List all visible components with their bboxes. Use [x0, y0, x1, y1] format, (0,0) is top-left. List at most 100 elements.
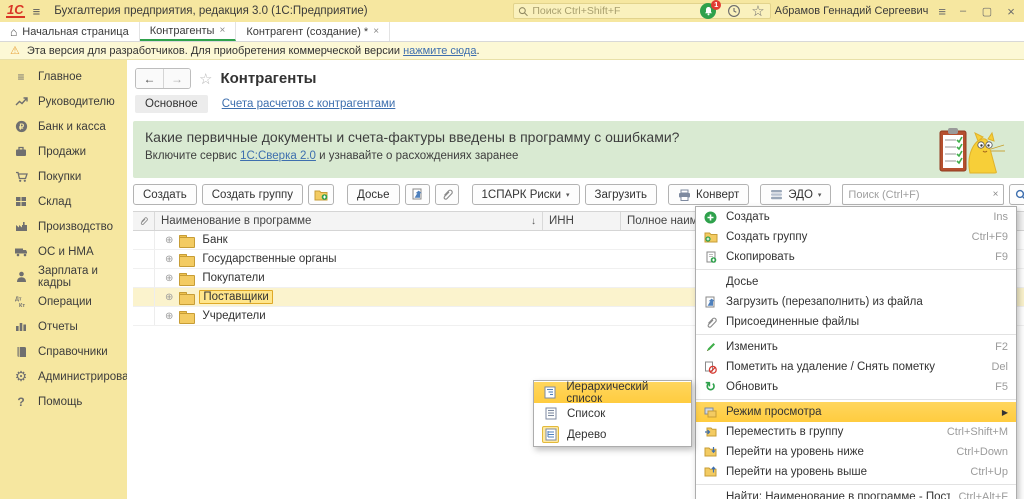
expand-icon[interactable]: ⊕	[165, 273, 173, 284]
sidebar-item-rukovoditelyu[interactable]: Руководителю	[0, 89, 127, 114]
purchase-link[interactable]: нажмите сюда	[403, 45, 476, 57]
submenu-item-hierarchical[interactable]: Иерархический список	[534, 382, 691, 403]
sidebar-label: Руководителю	[38, 96, 115, 108]
folder-icon	[179, 273, 193, 284]
sidebar-item-otchety[interactable]: Отчеты	[0, 314, 127, 339]
expand-icon[interactable]: ⊕	[165, 292, 173, 303]
user-name[interactable]: Абрамов Геннадий Сергеевич	[775, 5, 929, 17]
sidebar-item-bank-kassa[interactable]: ₽ Банк и касса	[0, 114, 127, 139]
magnifier-icon	[1015, 189, 1024, 201]
dossier-button[interactable]: Досье	[347, 184, 399, 205]
back-button[interactable]: ←	[136, 69, 163, 88]
nav-link-accounts[interactable]: Счета расчетов с контрагентами	[222, 98, 396, 110]
menu-item-copy[interactable]: Скопировать F9	[696, 247, 1016, 267]
form-navigation: Основное Счета расчетов с контрагентами	[127, 93, 1024, 119]
sidebar-label: Склад	[38, 196, 71, 208]
create-button[interactable]: Создать	[133, 184, 197, 205]
create-group-button[interactable]: Создать группу	[202, 184, 303, 205]
name-column-header[interactable]: Наименование в программе ↓	[155, 212, 543, 230]
expand-icon[interactable]: ⊕	[165, 254, 173, 265]
expand-icon[interactable]: ⊕	[165, 311, 173, 322]
attached-files-button[interactable]	[435, 184, 459, 205]
sidebar-item-pokupki[interactable]: Покупки	[0, 164, 127, 189]
menu-item-attached-files[interactable]: Присоединенные файлы	[696, 312, 1016, 332]
sidebar-label: Зарплата и кадры	[38, 265, 127, 289]
warning-text-main: Эта версия для разработчиков. Для приобр…	[27, 45, 400, 57]
edo-button[interactable]: ЭДО▾	[760, 184, 831, 205]
sidebar-item-os-nma[interactable]: ОС и НМА	[0, 239, 127, 264]
sidebar-item-operacii[interactable]: ДтКт Операции	[0, 289, 127, 314]
tab-home[interactable]: ⌂ Начальная страница	[0, 22, 140, 41]
create-group-icon-button[interactable]	[308, 184, 334, 205]
main-menu-icon[interactable]: ≡	[33, 4, 41, 19]
menu-item-load-from-file[interactable]: Загрузить (перезаполнить) из файла	[696, 292, 1016, 312]
home-icon: ⌂	[10, 25, 17, 39]
submenu-item-tree[interactable]: Дерево	[534, 424, 691, 445]
button-label: Создать группу	[212, 189, 293, 201]
menu-item-create-group[interactable]: Создать группу Ctrl+F9	[696, 227, 1016, 247]
list-search-input[interactable]	[848, 189, 988, 201]
expand-icon[interactable]: ⊕	[165, 235, 173, 246]
menu-item-view-mode[interactable]: Режим просмотра ▶	[696, 402, 1016, 422]
menu-item-create[interactable]: Создать Ins	[696, 207, 1016, 227]
nav-tab-osnovnoe[interactable]: Основное	[135, 95, 208, 113]
menu-item-mark-deletion[interactable]: Пометить на удаление / Снять пометку Del	[696, 357, 1016, 377]
folder-arrow-down-icon	[703, 446, 718, 458]
menu-item-level-up[interactable]: Перейти на уровень выше Ctrl+Up	[696, 462, 1016, 482]
history-icon[interactable]	[727, 4, 741, 18]
notifications-button[interactable]: 1	[700, 3, 717, 20]
menu-item-edit[interactable]: Изменить F2	[696, 337, 1016, 357]
search-settings-button[interactable]: ▾	[1009, 184, 1024, 205]
favorite-star-icon[interactable]: ☆	[199, 70, 212, 88]
load-from-file-button[interactable]	[405, 184, 430, 205]
spark-risks-button[interactable]: 1СПАРК Риски▾	[472, 184, 580, 205]
column-label: Наименование в программе	[161, 215, 311, 227]
sidebar-item-zarplata-kadry[interactable]: Зарплата и кадры	[0, 264, 127, 289]
favorites-star-icon[interactable]: ☆	[751, 4, 764, 19]
folder-plus-icon	[314, 189, 328, 201]
sidebar-item-prodazhi[interactable]: Продажи	[0, 139, 127, 164]
close-window-button[interactable]: ×	[1004, 4, 1018, 19]
sidebar-item-glavnoe[interactable]: ≡ Главное	[0, 64, 127, 89]
close-tab-icon[interactable]: ×	[373, 26, 379, 37]
service-menu-icon[interactable]: ≡	[938, 5, 946, 18]
open-windows-tab-bar: ⌂ Начальная страница Контрагенты × Контр…	[0, 22, 1024, 42]
inn-column-header[interactable]: ИНН	[543, 212, 621, 230]
menu-separator	[696, 269, 1016, 270]
attachment-cell	[133, 288, 155, 306]
menu-item-label: Создать группу	[726, 231, 964, 243]
clear-search-icon[interactable]: ×	[993, 189, 999, 200]
sidebar-item-spravochniki[interactable]: Справочники	[0, 339, 127, 364]
close-tab-icon[interactable]: ×	[219, 25, 225, 36]
menu-item-refresh[interactable]: ↻ Обновить F5	[696, 377, 1016, 397]
printer-icon	[678, 189, 691, 201]
menu-item-level-down[interactable]: Перейти на уровень ниже Ctrl+Down	[696, 442, 1016, 462]
forward-button[interactable]: →	[163, 69, 190, 88]
sidebar-item-sklad[interactable]: Склад	[0, 189, 127, 214]
group-name: Учредители	[199, 309, 268, 323]
list-search-box[interactable]: ×	[842, 184, 1004, 205]
group-name: Банк	[199, 233, 230, 247]
submenu-item-list[interactable]: Список	[534, 403, 691, 424]
menu-item-move-to-group[interactable]: Переместить в группу Ctrl+Shift+M	[696, 422, 1016, 442]
menu-item-dossier[interactable]: Досье	[696, 272, 1016, 292]
load-button[interactable]: Загрузить	[585, 184, 658, 205]
tab-kontragent-new[interactable]: Контрагент (создание) * ×	[236, 22, 390, 41]
sverka-link[interactable]: 1С:Сверка 2.0	[240, 150, 316, 162]
sidebar-item-administrirovanie[interactable]: ⚙ Администрирование	[0, 364, 127, 389]
menu-item-label: Присоединенные файлы	[726, 316, 1000, 328]
sidebar-item-pomosch[interactable]: ? Помощь	[0, 389, 127, 414]
menu-item-label: Режим просмотра	[726, 406, 994, 418]
minimize-button[interactable]: –	[956, 5, 970, 17]
envelope-button[interactable]: Конверт	[668, 184, 749, 205]
menu-item-find[interactable]: Найти: Наименование в программе - Постав…	[696, 487, 1016, 499]
attachments-column-header[interactable]	[133, 212, 155, 230]
sidebar-item-proizvodstvo[interactable]: Производство	[0, 214, 127, 239]
tab-kontragenty[interactable]: Контрагенты ×	[140, 22, 237, 41]
menu-item-label: Обновить	[726, 381, 987, 393]
maximize-button[interactable]: ▢	[980, 5, 994, 18]
file-import-icon	[411, 188, 424, 201]
attachment-cell	[133, 307, 155, 325]
page-title: Контрагенты	[220, 70, 316, 87]
app-window: 1С ≡ Бухгалтерия предприятия, редакция 3…	[0, 0, 1024, 499]
